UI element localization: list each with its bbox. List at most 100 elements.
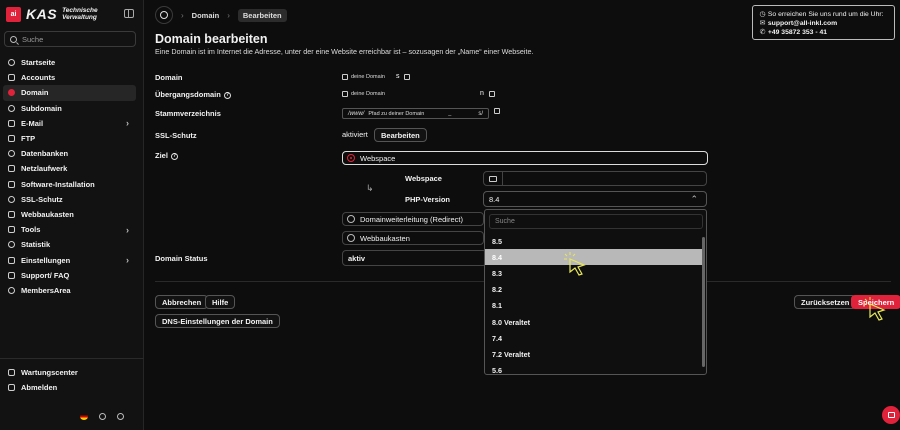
copy-icon[interactable] <box>488 90 495 97</box>
breadcrumb-separator: › <box>227 10 230 20</box>
support-email[interactable]: support@all-inkl.com <box>768 20 837 27</box>
breadcrumb-domain[interactable]: Domain <box>192 11 220 20</box>
sidebar-item-membersarea[interactable]: MembersArea <box>3 283 136 298</box>
sidebar-item-label: Software-Installation <box>21 179 95 189</box>
webspace-label: Webspace <box>405 174 442 183</box>
dropdown-option[interactable]: 8.5 <box>485 233 703 249</box>
cancel-button[interactable]: Abbrechen <box>155 295 209 309</box>
phone-icon: ✆ <box>759 29 766 36</box>
copy-icon[interactable] <box>494 108 500 114</box>
php-version-select[interactable]: 8.4 ⌃ <box>483 191 707 207</box>
dropdown-option[interactable]: 5.6 <box>485 363 703 374</box>
page-subtitle: Eine Domain ist im Internet die Adresse,… <box>155 47 534 56</box>
drive-icon <box>8 165 15 173</box>
sidebar-item-label: Support/ FAQ <box>21 270 70 280</box>
ssl-edit-button[interactable]: Bearbeiten <box>374 128 427 142</box>
dropdown-option[interactable]: 7.4 <box>485 330 703 346</box>
ziel-option-redirect[interactable]: Domainweiterleitung (Redirect) <box>342 212 484 226</box>
sidebar-item-datenbanken[interactable]: Datenbanken <box>3 146 136 161</box>
domain-label: Domain <box>155 73 183 82</box>
dropdown-option[interactable]: 8.3 <box>485 265 703 281</box>
sidebar-collapse-icon[interactable] <box>124 9 134 18</box>
radio-unselected[interactable] <box>347 234 355 242</box>
chat-bubble-icon[interactable] <box>117 413 124 420</box>
dropdown-option[interactable]: 8.4 <box>485 249 703 266</box>
sidebar-item-label: Statistik <box>21 240 51 250</box>
dns-settings-button[interactable]: DNS-Einstellungen der Domain <box>155 314 280 328</box>
sub-arrow-icon: ↳ <box>366 183 374 193</box>
sidebar-item-label: Abmelden <box>21 383 58 393</box>
sidebar-item-accounts[interactable]: Accounts <box>3 70 136 85</box>
sidebar-item-abmelden[interactable]: Abmelden <box>3 380 136 395</box>
subdomain-icon <box>8 104 15 112</box>
sidebar-search-input[interactable]: Suche <box>4 31 136 47</box>
sidebar-item-support-faq[interactable]: Support/ FAQ <box>3 268 136 283</box>
help-icon[interactable]: ? <box>170 152 178 160</box>
sidebar-item-label: Netzlaufwerk <box>21 164 68 174</box>
chevron-up-icon: ⌃ <box>690 194 698 204</box>
theme-toggle-icon[interactable] <box>99 413 106 420</box>
sidebar-item-software-installation[interactable]: Software-Installation <box>3 177 136 192</box>
domain-value: deine Domain s <box>342 73 411 80</box>
stammverzeichnis-input[interactable]: /www/ Pfad zu deiner Domain _ s/ <box>342 108 489 119</box>
uebergangsdomain-label: Übergangsdomain? <box>155 90 231 99</box>
support-phone[interactable]: +49 35872 353 - 41 <box>768 29 827 36</box>
sidebar-item-label: Datenbanken <box>21 149 69 159</box>
dropdown-search-input[interactable]: Suche <box>489 214 703 229</box>
help-button[interactable]: Hilfe <box>205 295 236 309</box>
chat-widget-button[interactable] <box>882 406 900 424</box>
sidebar-item-label: Subdomain <box>21 103 62 113</box>
ziel-option-webspace[interactable]: Webspace <box>342 151 708 165</box>
dropdown-option[interactable]: 8.1 <box>485 298 703 314</box>
logo[interactable]: ai KAS Technische Verwaltung <box>6 6 98 22</box>
lock-icon <box>8 195 15 203</box>
mail-icon: ✉ <box>759 20 766 27</box>
chevron-right-icon: › <box>126 255 129 266</box>
sidebar-item-label: Accounts <box>21 73 56 83</box>
dropdown-option[interactable]: 7.2 Veraltet <box>485 346 703 362</box>
reset-button[interactable]: Zurücksetzen <box>794 295 857 309</box>
chart-icon <box>8 241 15 249</box>
sidebar-item-netzlaufwerk[interactable]: Netzlaufwerk <box>3 161 136 176</box>
sidebar-item-ftp[interactable]: FTP <box>3 131 136 146</box>
ssl-label: SSL-Schutz <box>155 131 197 140</box>
click-cursor-icon <box>564 252 586 276</box>
chevron-right-icon: › <box>126 118 129 129</box>
sidebar-item-statistik[interactable]: Statistik <box>3 237 136 252</box>
dropdown-scrollbar[interactable] <box>702 237 705 367</box>
sidebar-item-einstellungen[interactable]: Einstellungen › <box>3 252 136 267</box>
sidebar-item-subdomain[interactable]: Subdomain <box>3 101 136 116</box>
sidebar-item-ssl-schutz[interactable]: SSL-Schutz <box>3 192 136 207</box>
sidebar-item-wartungscenter[interactable]: Wartungscenter <box>3 365 136 380</box>
domain-status-select[interactable]: aktiv <box>342 250 487 266</box>
brand-subtitle: Technische Verwaltung <box>62 7 98 21</box>
clock-icon: ◷ <box>759 11 766 18</box>
members-icon <box>8 286 15 294</box>
sidebar-item-e-mail[interactable]: E-Mail › <box>3 116 136 131</box>
ssl-status: aktiviert <box>342 130 368 139</box>
dropdown-option[interactable]: 8.0 Veraltet <box>485 314 703 330</box>
sidebar-item-domain[interactable]: Domain <box>3 85 136 101</box>
copy-icon[interactable] <box>404 73 411 80</box>
search-placeholder: Suche <box>22 34 44 44</box>
sidebar-item-webbaukasten[interactable]: Webbaukasten <box>3 207 136 222</box>
folder-icon[interactable] <box>484 172 503 185</box>
webspace-path-input[interactable] <box>483 171 707 186</box>
sidebar-item-startseite[interactable]: Startseite <box>3 55 136 70</box>
language-flag-icon[interactable] <box>80 413 88 420</box>
sidebar-item-tools[interactable]: Tools › <box>3 222 136 237</box>
dropdown-option[interactable]: 8.2 <box>485 282 703 298</box>
search-icon <box>10 35 17 43</box>
edit-icon[interactable] <box>342 73 348 80</box>
radio-selected[interactable] <box>347 154 355 162</box>
chevron-right-icon: › <box>126 224 129 235</box>
ziel-option-webbaukasten[interactable]: Webbaukasten <box>342 231 484 245</box>
radio-unselected[interactable] <box>347 215 355 223</box>
contact-box: ◷ So erreichen Sie uns rund um die Uhr: … <box>752 5 895 40</box>
edit-icon[interactable] <box>342 90 348 97</box>
globe-icon[interactable] <box>155 6 173 24</box>
help-icon[interactable]: ? <box>223 91 231 99</box>
click-cursor-icon <box>864 297 886 321</box>
mail-icon <box>8 119 15 127</box>
sidebar-nav: Startseite Accounts Domain Subdomain E-Mail ›… <box>3 55 136 298</box>
